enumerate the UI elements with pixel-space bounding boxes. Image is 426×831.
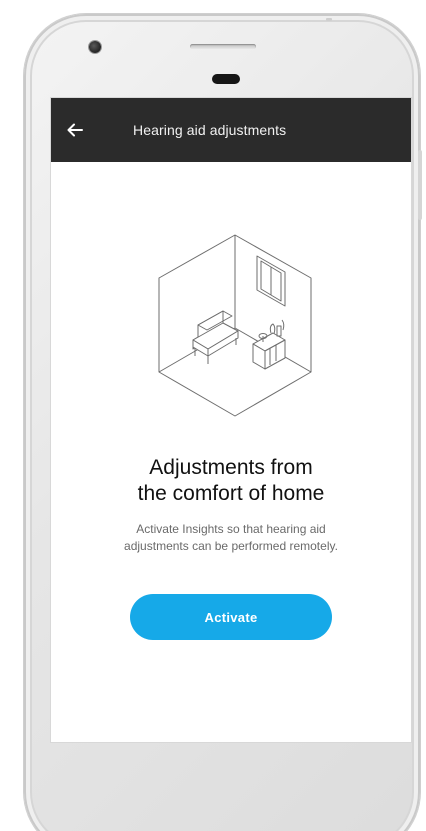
- room-illustration-icon: [158, 234, 312, 417]
- headline-line-1: Adjustments from: [149, 456, 313, 479]
- headline-line-2: the comfort of home: [137, 482, 325, 505]
- arrow-left-icon: [67, 123, 83, 137]
- description-line-1: Activate Insights so that hearing aid: [136, 522, 326, 536]
- device-mockup: Hearing aid adjustments Adjustments from…: [0, 0, 426, 831]
- phone-top-mark: [326, 18, 332, 21]
- page-title: Hearing aid adjustments: [133, 122, 287, 138]
- back-button[interactable]: [57, 112, 93, 148]
- front-camera: [89, 41, 101, 53]
- description: Activate Insights so that hearing aid ad…: [51, 521, 411, 555]
- app-screen: Hearing aid adjustments Adjustments from…: [50, 97, 412, 743]
- proximity-sensor: [212, 74, 240, 84]
- description-line-2: adjustments can be performed remotely.: [124, 539, 338, 553]
- headline: Adjustments from the comfort of home: [51, 455, 411, 507]
- activate-button[interactable]: Activate: [130, 594, 332, 640]
- phone-side-button: [418, 150, 422, 220]
- earpiece-speaker: [190, 44, 256, 49]
- bottom-divider: [51, 742, 411, 743]
- app-bar: Hearing aid adjustments: [51, 98, 411, 162]
